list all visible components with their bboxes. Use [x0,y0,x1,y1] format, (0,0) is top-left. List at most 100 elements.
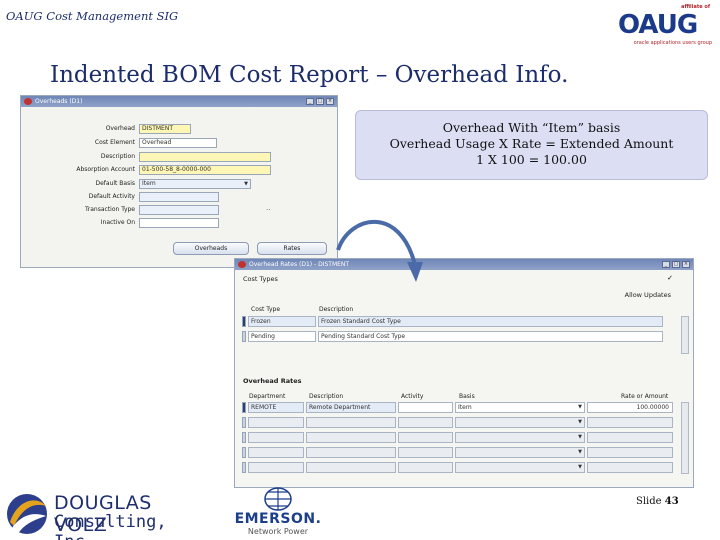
rate-amount-cell[interactable] [587,417,673,428]
slide-number-value: 43 [664,496,679,507]
cost-type-cell[interactable]: Pending [248,331,316,342]
department-description-cell[interactable] [306,432,396,443]
slide-label: Slide [636,496,662,507]
rates-button[interactable]: Rates [257,242,327,255]
column-header-description: Description [319,306,354,313]
chevron-down-icon[interactable]: ▼ [578,463,584,472]
basis-cell[interactable]: Item ▼ [455,402,585,413]
default-basis-select[interactable]: Item ▼ [139,178,251,189]
cost-types-scrollbar[interactable] [681,316,689,354]
cost-type-description-cell[interactable]: Frozen Standard Cost Type [318,316,663,327]
department-cell[interactable] [248,417,304,428]
absorption-account-field[interactable]: 01-500-58_8-0000-000 [139,164,271,175]
maximize-icon[interactable]: □ [672,261,680,268]
activity-cell[interactable] [398,417,453,428]
field-label: Inactive On [100,219,135,226]
rate-amount-cell[interactable] [587,447,673,458]
activity-cell[interactable] [398,432,453,443]
overheads-window: Overheads (D1) _ □ × Overhead DISTMENT C… [20,95,338,268]
formula-callout: Overhead With “Item” basis Overhead Usag… [355,110,708,180]
callout-line-1: Overhead With “Item” basis [442,120,621,135]
rate-amount-cell[interactable]: 100.00000 [587,402,673,413]
field-label: Absorption Account [76,166,135,173]
emerson-sub: Network Power [247,527,309,536]
oaug-tagline: oracle applications users group [633,40,712,46]
row-indicator[interactable] [242,417,246,428]
cost-element-field[interactable]: Overhead [139,137,217,148]
department-cell[interactable] [248,462,304,473]
row-indicator[interactable] [242,432,246,443]
row-indicator[interactable] [242,462,246,473]
default-activity-field[interactable] [139,191,219,202]
field-label: Default Basis [95,180,135,187]
overhead-rates-scrollbar[interactable] [681,402,689,474]
basis-value: Item [458,404,472,411]
department-description-cell[interactable] [306,447,396,458]
row-indicator[interactable] [242,331,246,342]
allow-updates-label: Allow Updates [624,291,671,299]
chevron-down-icon[interactable]: ▼ [578,448,584,457]
field-label: Default Activity [88,193,135,200]
department-cell[interactable] [248,432,304,443]
chevron-down-icon[interactable]: ▼ [578,403,584,412]
close-icon[interactable]: × [682,261,690,268]
maximize-icon[interactable]: □ [316,98,324,105]
cost-types-label: Cost Types [243,275,278,283]
activity-cell[interactable] [398,462,453,473]
overheads-button[interactable]: Overheads [173,242,249,255]
overhead-rates-window: Overhead Rates (D1) - DISTMENT _ □ × Cos… [234,258,694,488]
cost-type-cell[interactable]: Frozen [248,316,316,327]
slide-number: Slide 43 [636,496,679,507]
row-indicator[interactable] [242,447,246,458]
emerson-logo: EMERSON. Network Power [228,487,328,537]
overhead-field[interactable]: DISTMENT [139,123,191,134]
department-cell[interactable] [248,447,304,458]
dv-company-sub: Consulting, Inc. [54,512,167,540]
minimize-icon[interactable]: _ [306,98,314,105]
basis-cell[interactable]: ▼ [455,417,585,428]
description-field[interactable] [139,151,271,162]
column-header-cost-type: Cost Type [251,306,281,313]
row-indicator[interactable] [242,402,246,413]
slide-title: Indented BOM Cost Report – Overhead Info… [50,62,569,88]
oracle-icon [238,261,246,268]
department-description-cell[interactable] [306,417,396,428]
default-basis-value: Item [142,179,156,187]
department-cell[interactable]: REMOTE [248,402,304,413]
chevron-down-icon[interactable]: ▼ [578,418,584,427]
basis-cell[interactable]: ▼ [455,462,585,473]
department-description-cell[interactable]: Remote Department [306,402,396,413]
department-description-cell[interactable] [306,462,396,473]
chevron-down-icon[interactable]: ▼ [578,433,584,442]
column-header-description: Description [309,393,344,400]
oracle-icon [24,98,32,105]
overhead-rates-label: Overhead Rates [243,377,302,385]
close-icon[interactable]: × [326,98,334,105]
ellipsis-marker: .. [266,204,271,212]
rate-amount-cell[interactable] [587,432,673,443]
field-label: Overhead [105,125,135,132]
field-row-description: Description [29,151,271,162]
field-label: Transaction Type [84,206,135,213]
activity-cell[interactable] [398,402,453,413]
window-title: Overheads (D1) [35,98,83,105]
basis-cell[interactable]: ▼ [455,432,585,443]
chevron-down-icon[interactable]: ▼ [242,180,250,188]
oaug-logo: affiliate of OAUG oracle applications us… [616,2,716,50]
row-indicator[interactable] [242,316,246,327]
rate-amount-cell[interactable] [587,462,673,473]
column-header-basis: Basis [459,393,475,400]
window-titlebar: Overhead Rates (D1) - DISTMENT _ □ × [235,259,693,270]
transaction-type-field[interactable] [139,204,219,215]
curved-arrow-icon [336,219,423,282]
basis-cell[interactable]: ▼ [455,447,585,458]
inactive-on-field[interactable] [139,217,219,228]
dv-swoosh-icon [7,494,47,534]
activity-cell[interactable] [398,447,453,458]
emerson-globe-icon [264,487,292,511]
field-row-transaction-type: Transaction Type [29,204,219,215]
cost-type-description-cell[interactable]: Pending Standard Cost Type [318,331,663,342]
callout-line-2: Overhead Usage X Rate = Extended Amount [389,136,674,151]
douglas-volz-logo: DOUGLAS VOLZ Consulting, Inc. [4,492,200,540]
minimize-icon[interactable]: _ [662,261,670,268]
